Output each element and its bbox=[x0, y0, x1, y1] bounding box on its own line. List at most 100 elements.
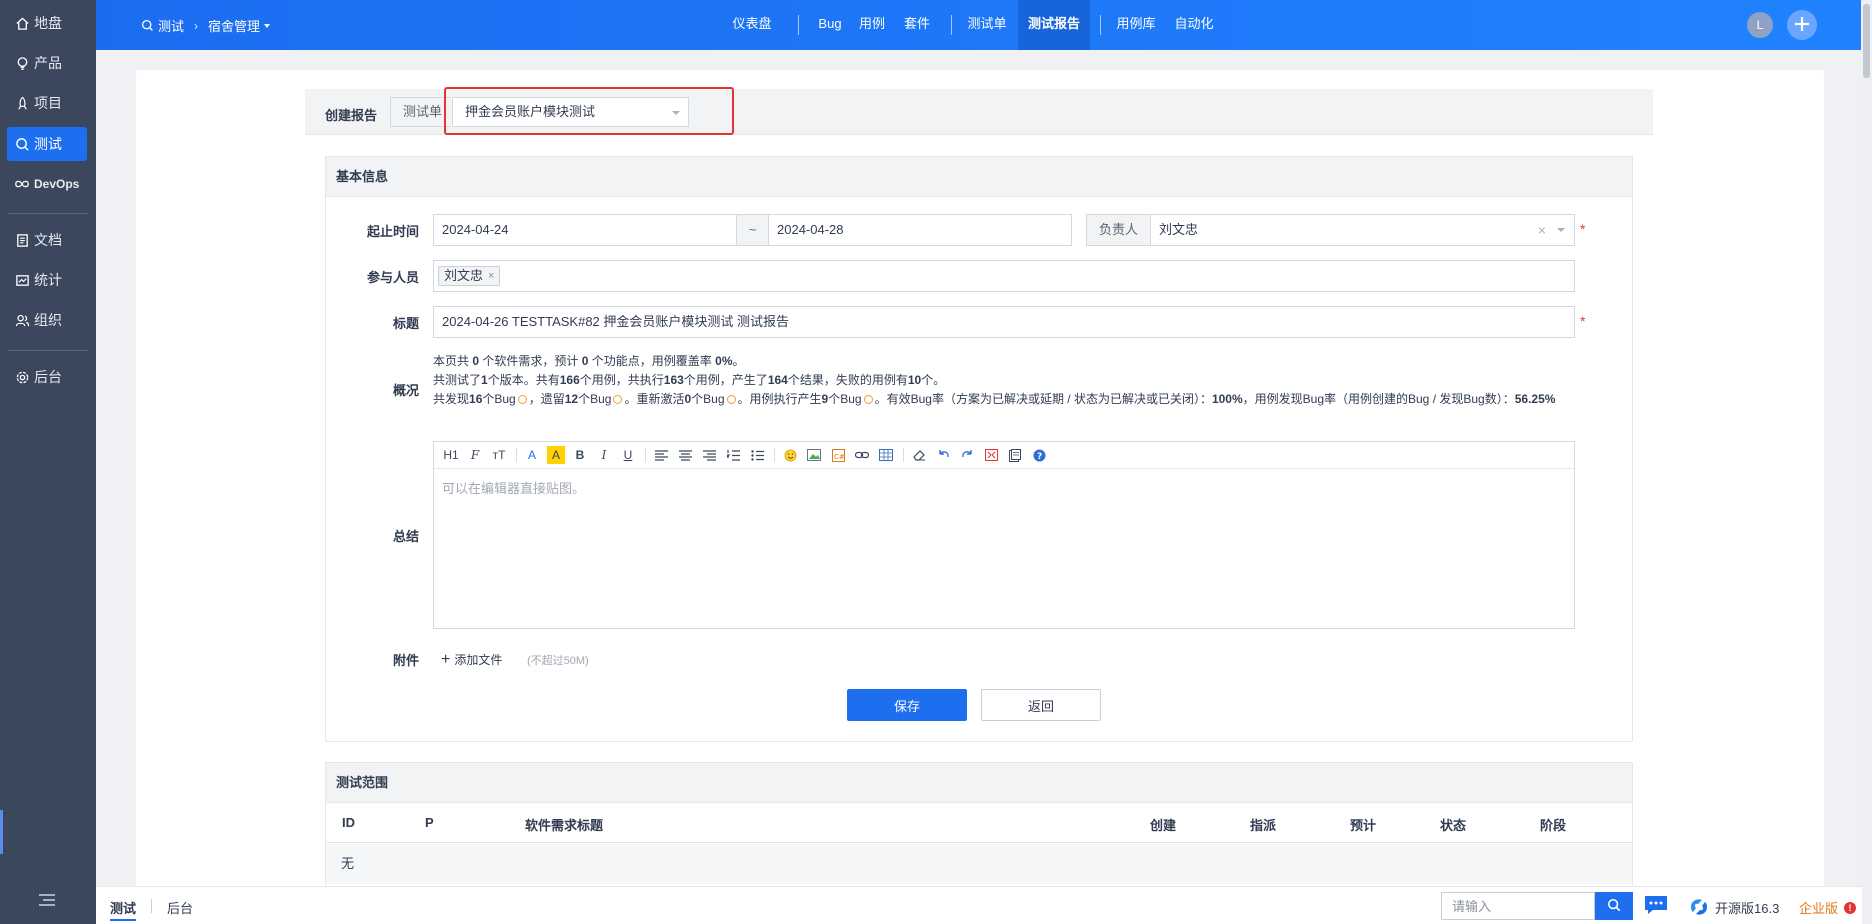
nav-caselib[interactable]: 用例库 bbox=[1114, 0, 1158, 50]
emoji-icon[interactable] bbox=[781, 446, 799, 464]
redo-icon[interactable] bbox=[958, 446, 976, 464]
sidebar-item-label: 后台 bbox=[34, 369, 62, 385]
remove-member-icon[interactable]: × bbox=[488, 267, 494, 285]
nav-suite[interactable]: 套件 bbox=[902, 0, 932, 50]
chat-icon[interactable] bbox=[1643, 894, 1669, 916]
align-left-icon[interactable] bbox=[652, 446, 670, 464]
nav-testreport[interactable]: 测试报告 bbox=[1018, 0, 1090, 50]
column-header-status[interactable]: 状态 bbox=[1440, 815, 1466, 834]
required-marker: * bbox=[1580, 313, 1586, 329]
sidebar-item-doc[interactable]: 文档 bbox=[7, 223, 87, 257]
clear-icon[interactable]: × bbox=[1538, 215, 1546, 245]
bold-button[interactable]: B bbox=[571, 446, 589, 464]
end-date-input[interactable]: 2024-04-28 bbox=[768, 214, 1072, 246]
font-size-button[interactable]: тT bbox=[490, 446, 508, 464]
italic-button[interactable]: I bbox=[595, 446, 613, 464]
font-family-button[interactable]: F bbox=[466, 446, 484, 464]
help-icon[interactable] bbox=[517, 395, 527, 404]
column-header-estimate[interactable]: 预计 bbox=[1350, 815, 1376, 834]
lightbulb-icon bbox=[14, 55, 30, 71]
footer-crumb-admin[interactable]: 后台 bbox=[167, 898, 193, 917]
nav-automation[interactable]: 自动化 bbox=[1172, 0, 1216, 50]
create-report-label: 创建报告 bbox=[325, 108, 378, 123]
members-select[interactable] bbox=[433, 260, 1575, 292]
search-icon bbox=[1607, 898, 1621, 915]
add-file-label: 添加文件 bbox=[454, 653, 503, 667]
report-title-input[interactable]: 2024-04-26 TESTTASK#82 押金会员账户模块测试 测试报告 bbox=[433, 306, 1575, 338]
sidebar-item-product[interactable]: 产品 bbox=[7, 46, 87, 80]
user-avatar[interactable]: L bbox=[1747, 12, 1773, 38]
summary-editor[interactable]: H1 F тT A A B I U C# ? 可以在编辑器直接贴图。 bbox=[433, 441, 1575, 629]
enterprise-link[interactable]: 企业版 ! bbox=[1799, 898, 1857, 917]
nav-testtask[interactable]: 测试单 bbox=[965, 0, 1009, 50]
sidebar-item-stats[interactable]: 统计 bbox=[7, 263, 87, 297]
page-scrollbar[interactable] bbox=[1861, 0, 1872, 924]
save-button[interactable]: 保存 bbox=[847, 689, 967, 721]
back-button[interactable]: 返回 bbox=[981, 689, 1101, 721]
nav-dashboard[interactable]: 仪表盘 bbox=[727, 0, 777, 50]
code-icon[interactable]: C# bbox=[829, 446, 847, 464]
ordered-list-icon[interactable] bbox=[724, 446, 742, 464]
sidebar-item-org[interactable]: 组织 bbox=[7, 303, 87, 337]
start-date-input[interactable]: 2024-04-24 bbox=[433, 214, 737, 246]
unordered-list-icon[interactable] bbox=[748, 446, 766, 464]
search-input[interactable] bbox=[1441, 892, 1595, 920]
template-icon[interactable] bbox=[1006, 446, 1024, 464]
help-icon[interactable] bbox=[863, 395, 873, 404]
global-create-button[interactable] bbox=[1787, 10, 1817, 40]
table-header: ID P 软件需求标题 创建 指派 预计 状态 阶段 bbox=[326, 803, 1632, 843]
members-label: 参与人员 bbox=[366, 270, 419, 285]
column-header-stage[interactable]: 阶段 bbox=[1540, 815, 1566, 834]
plus-icon: + bbox=[441, 650, 451, 668]
image-icon[interactable] bbox=[805, 446, 823, 464]
toolbar-divider bbox=[903, 448, 904, 462]
fullscreen-icon[interactable] bbox=[982, 446, 1000, 464]
scrollbar-thumb[interactable] bbox=[1863, 4, 1870, 78]
column-header-priority[interactable]: P bbox=[425, 815, 434, 830]
sidebar-edge-marker bbox=[0, 810, 3, 854]
date-range-separator: ~ bbox=[736, 214, 769, 246]
align-right-icon[interactable] bbox=[700, 446, 718, 464]
help-icon[interactable] bbox=[726, 395, 736, 404]
footer-crumb-test[interactable]: 测试 bbox=[110, 898, 137, 921]
sidebar-item-dashboard[interactable]: 地盘 bbox=[7, 6, 87, 40]
edition-info[interactable]: 开源版16.3 bbox=[1688, 897, 1779, 917]
sidebar-item-project[interactable]: 项目 bbox=[7, 86, 87, 120]
underline-button[interactable]: U bbox=[619, 446, 637, 464]
menu-toggle-icon[interactable] bbox=[38, 893, 56, 907]
search-button[interactable] bbox=[1595, 892, 1633, 920]
highlight-color-button[interactable]: A bbox=[547, 446, 565, 464]
undo-icon[interactable] bbox=[934, 446, 952, 464]
rocket-icon bbox=[14, 95, 30, 111]
heading-button[interactable]: H1 bbox=[442, 446, 460, 464]
column-header-created[interactable]: 创建 bbox=[1150, 815, 1176, 834]
breadcrumb-module[interactable]: 测试 bbox=[141, 16, 184, 35]
nav-bug[interactable]: Bug bbox=[813, 0, 847, 50]
help-icon[interactable]: ? bbox=[1030, 446, 1048, 464]
sidebar-item-admin[interactable]: 后台 bbox=[7, 360, 87, 394]
summary-label: 总结 bbox=[392, 529, 419, 544]
column-header-assigned[interactable]: 指派 bbox=[1250, 815, 1276, 834]
link-icon[interactable] bbox=[853, 446, 871, 464]
column-header-id[interactable]: ID bbox=[342, 815, 355, 830]
sidebar-item-devops[interactable]: DevOps bbox=[7, 167, 87, 201]
owner-select[interactable]: 刘文忠 × bbox=[1150, 214, 1575, 246]
chevron-right-icon: › bbox=[194, 18, 199, 33]
sidebar-item-test[interactable]: 测试 bbox=[7, 127, 87, 161]
product-switcher[interactable]: 宿舍管理 bbox=[208, 16, 271, 35]
align-center-icon[interactable] bbox=[676, 446, 694, 464]
help-icon[interactable] bbox=[613, 395, 623, 404]
test-search-icon bbox=[141, 19, 154, 32]
font-color-button[interactable]: A bbox=[523, 446, 541, 464]
table-row: 无 bbox=[326, 844, 1632, 884]
sidebar-item-label: 文档 bbox=[34, 232, 62, 248]
column-header-story-title[interactable]: 软件需求标题 bbox=[525, 815, 603, 834]
add-file-button[interactable]: + 添加文件 bbox=[441, 651, 502, 668]
caret-down-icon bbox=[264, 23, 271, 28]
toolbar-divider bbox=[645, 448, 646, 462]
breadcrumb: 测试 › 宿舍管理 bbox=[141, 16, 271, 35]
enterprise-label: 企业版 bbox=[1799, 901, 1839, 916]
table-icon[interactable] bbox=[877, 446, 895, 464]
nav-case[interactable]: 用例 bbox=[857, 0, 887, 50]
eraser-icon[interactable] bbox=[910, 446, 928, 464]
